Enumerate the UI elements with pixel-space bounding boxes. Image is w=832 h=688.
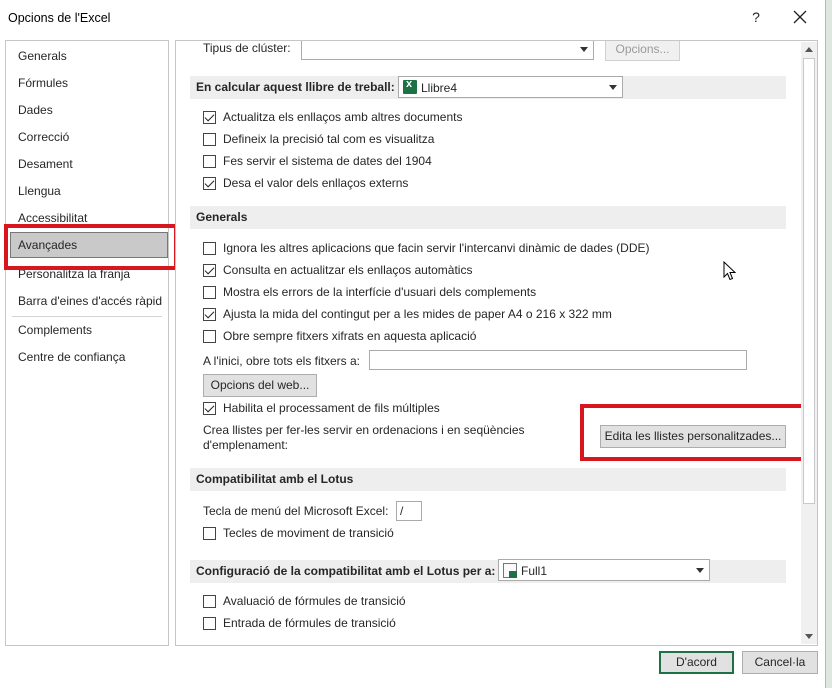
custom-lists-description-line-1: Crea llistes per fer-les servir en orden…: [203, 423, 525, 437]
excel-workbook-icon: [403, 78, 417, 94]
cluster-type-dropdown[interactable]: [301, 41, 594, 60]
checkbox-label: Actualitza els enllaços amb altres docum…: [223, 110, 463, 124]
checkbox-label: Ignora les altres aplicacions que facin …: [223, 241, 650, 255]
checkbox-box[interactable]: [203, 308, 216, 321]
chevron-down-icon: [609, 85, 617, 90]
menu-key-label: Tecla de menú del Microsoft Excel:: [203, 504, 389, 518]
nav-item-data[interactable]: Dades: [18, 100, 53, 120]
close-button[interactable]: [787, 7, 813, 29]
checkbox-box[interactable]: [203, 155, 216, 168]
close-icon: [793, 10, 807, 24]
cancel-button[interactable]: Cancel·la: [742, 651, 818, 674]
excel-options-dialog: Opcions de l'Excel ? Generals Fórmules D…: [0, 0, 826, 688]
workbook-section-title: En calcular aquest llibre de treball:: [196, 80, 395, 94]
category-nav: Generals Fórmules Dades Correcció Desame…: [5, 40, 169, 646]
web-options-button[interactable]: Opcions del web...: [203, 374, 317, 397]
background-sheet-strip: [826, 0, 832, 688]
cluster-options-button[interactable]: Opcions...: [605, 41, 680, 61]
nav-item-save[interactable]: Desament: [18, 154, 73, 174]
menu-key-input[interactable]: /: [396, 501, 422, 521]
menu-key-value: /: [400, 504, 404, 518]
checkbox-box[interactable]: [203, 617, 216, 630]
checkbox-label: Avaluació de fórmules de transició: [223, 594, 406, 608]
workbook-dropdown[interactable]: Llibre4: [398, 76, 623, 98]
checkbox-box[interactable]: [203, 177, 216, 190]
lotus-config-section-title: Configuració de la compatibilitat amb el…: [196, 564, 496, 578]
scrollbar-thumb[interactable]: [803, 58, 815, 504]
checkbox-label: Desa el valor dels enllaços externs: [223, 176, 409, 190]
lotus-sheet-value: Full1: [521, 564, 548, 578]
custom-lists-description-line-2: d'emplenament:: [203, 438, 289, 452]
checkbox-label: Entrada de fórmules de transició: [223, 616, 396, 630]
lotus-section-title: Compatibilitat amb el Lotus: [196, 472, 354, 486]
nav-item-general[interactable]: Generals: [18, 46, 67, 66]
checkbox-label: Tecles de moviment de transició: [223, 526, 394, 540]
checkbox-box[interactable]: [203, 111, 216, 124]
help-button[interactable]: ?: [747, 9, 765, 27]
checkbox-box[interactable]: [203, 402, 216, 415]
scroll-up-arrow-icon[interactable]: [801, 42, 817, 58]
advanced-highlight-box: [4, 224, 178, 270]
general-section-title: Generals: [196, 210, 248, 224]
checkbox-label: Mostra els errors de la interfície d'usu…: [223, 285, 537, 299]
nav-item-add-ins[interactable]: Complements: [18, 320, 92, 340]
title-bar: Opcions de l'Excel ?: [0, 0, 826, 36]
nav-item-proofing[interactable]: Correcció: [18, 127, 69, 147]
chevron-down-icon: [696, 568, 704, 573]
checkbox-label: Consulta en actualitzar els enllaços aut…: [223, 263, 473, 277]
scroll-down-arrow-icon[interactable]: [801, 628, 817, 644]
nav-divider: [12, 316, 162, 317]
nav-item-trust-center[interactable]: Centre de confiança: [18, 347, 125, 367]
workbook-value: Llibre4: [421, 81, 458, 95]
worksheet-icon: [503, 563, 517, 578]
checkbox-box[interactable]: [203, 242, 216, 255]
checkbox-label: Fes servir el sistema de dates del 1904: [223, 154, 432, 168]
checkbox-label: Ajusta la mida del contingut per a les m…: [223, 307, 612, 321]
window-title: Opcions de l'Excel: [8, 11, 111, 25]
startup-folder-label: A l'inici, obre tots els fitxers a:: [203, 354, 361, 368]
mouse-pointer-icon: [723, 261, 737, 281]
nav-item-language[interactable]: Llengua: [18, 181, 61, 201]
startup-folder-input[interactable]: [369, 350, 747, 370]
checkbox-box[interactable]: [203, 133, 216, 146]
cluster-type-label: Tipus de clúster:: [203, 41, 291, 55]
checkbox-box[interactable]: [203, 264, 216, 277]
custom-lists-highlight-box: [580, 404, 806, 461]
general-section-header: Generals: [190, 206, 786, 229]
lotus-section-header: Compatibilitat amb el Lotus: [190, 468, 786, 491]
nav-item-quick-access-toolbar[interactable]: Barra d'eines d'accés ràpid: [18, 291, 162, 311]
ok-button[interactable]: D'acord: [659, 651, 734, 674]
lotus-sheet-dropdown[interactable]: Full1: [498, 559, 710, 581]
advanced-options-panel: Tipus de clúster: Opcions... En calcular…: [175, 40, 818, 646]
chevron-down-icon: [580, 47, 588, 52]
checkbox-label: Obre sempre fitxers xifrats en aquesta a…: [223, 329, 477, 343]
checkbox-box[interactable]: [203, 527, 216, 540]
checkbox-label: Habilita el processament de fils múltipl…: [223, 401, 440, 415]
checkbox-box[interactable]: [203, 286, 216, 299]
checkbox-box[interactable]: [203, 330, 216, 343]
vertical-scrollbar[interactable]: [801, 42, 817, 644]
checkbox-box[interactable]: [203, 595, 216, 608]
checkbox-label: Defineix la precisió tal com es visualit…: [223, 132, 435, 146]
nav-item-formulas[interactable]: Fórmules: [18, 73, 68, 93]
